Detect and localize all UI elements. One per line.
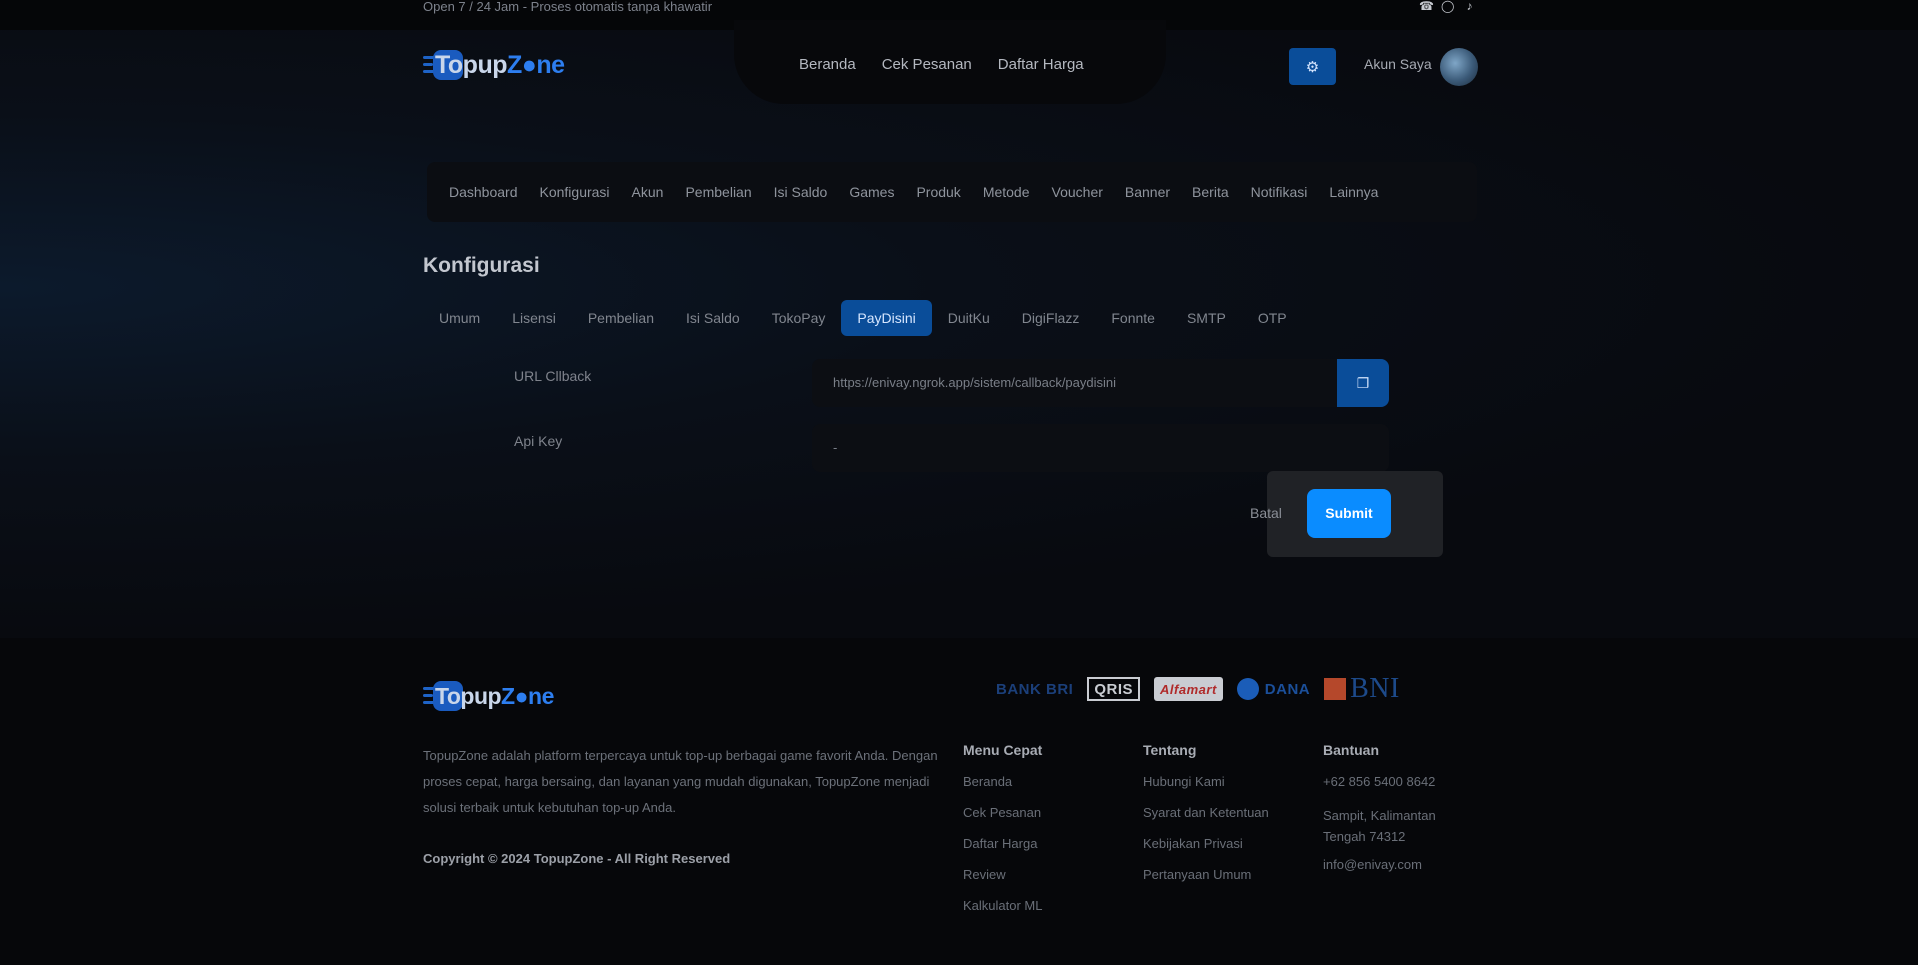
footer-link-faq[interactable]: Pertanyaan Umum <box>1143 867 1269 898</box>
qris-logo: QRIS <box>1087 677 1141 701</box>
footer-col-tentang: Tentang Hubungi Kami Syarat dan Ketentua… <box>1143 742 1269 898</box>
tab-isi-saldo[interactable]: Isi Saldo <box>670 300 756 336</box>
footer <box>0 638 1918 965</box>
avatar[interactable] <box>1440 48 1478 86</box>
footer-heading: Tentang <box>1143 742 1197 758</box>
bank-bri-logo: BANK BRI <box>996 680 1074 698</box>
tab-duitku[interactable]: DuitKu <box>932 300 1006 336</box>
logo-wordmark: TopupZ●ne <box>435 682 554 709</box>
tab-tokopay[interactable]: TokoPay <box>756 300 842 336</box>
footer-description: TopupZone adalah platform terpercaya unt… <box>423 748 938 815</box>
dana-icon <box>1236 678 1259 700</box>
cancel-button[interactable]: Batal <box>1250 505 1282 521</box>
main-nav: Beranda Cek Pesanan Daftar Harga <box>799 56 1110 73</box>
admin-menu-produk[interactable]: Produk <box>916 184 960 200</box>
tab-paydisini[interactable]: PayDisini <box>841 300 932 336</box>
tab-smtp[interactable]: SMTP <box>1171 300 1242 336</box>
footer-link-beranda[interactable]: Beranda <box>963 774 1042 805</box>
logo-wordmark: TopupZ●ne <box>435 50 565 79</box>
tab-lisensi[interactable]: Lisensi <box>496 300 572 336</box>
header-logo[interactable]: TopupZ●ne <box>423 48 565 82</box>
footer-address: Sampit, Kalimantan Tengah 74312 <box>1323 808 1436 844</box>
admin-menu-bar: Dashboard Konfigurasi Akun Pembelian Isi… <box>427 162 1477 222</box>
nav-cek-pesanan[interactable]: Cek Pesanan <box>882 56 972 73</box>
tab-digiflazz[interactable]: DigiFlazz <box>1006 300 1096 336</box>
footer-email[interactable]: info@enivay.com <box>1323 857 1453 888</box>
payment-logos: BANK BRI QRIS Alfamart DANA BNI <box>996 673 1400 704</box>
copy-callback-button[interactable]: ❐ <box>1337 359 1389 407</box>
copy-icon: ❐ <box>1356 374 1370 391</box>
footer-link-review[interactable]: Review <box>963 867 1042 898</box>
admin-menu-akun[interactable]: Akun <box>632 184 664 200</box>
footer-logo[interactable]: TopupZ●ne <box>423 679 554 713</box>
gear-icon: ⚙ <box>1305 58 1320 76</box>
submit-button[interactable]: Submit <box>1307 489 1391 538</box>
footer-link-daftar-harga[interactable]: Daftar Harga <box>963 836 1042 867</box>
admin-menu-notifikasi[interactable]: Notifikasi <box>1251 184 1308 200</box>
admin-menu-voucher[interactable]: Voucher <box>1052 184 1103 200</box>
admin-menu-games[interactable]: Games <box>849 184 894 200</box>
admin-menu-konfigurasi[interactable]: Konfigurasi <box>540 184 610 200</box>
footer-link-kebijakan[interactable]: Kebijakan Privasi <box>1143 836 1269 867</box>
dana-logo: DANA <box>1236 676 1310 702</box>
footer-heading: Bantuan <box>1323 742 1379 758</box>
admin-menu-banner[interactable]: Banner <box>1125 184 1170 200</box>
footer-link-cek-pesanan[interactable]: Cek Pesanan <box>963 805 1042 836</box>
whatsapp-icon[interactable]: ☎ <box>1419 0 1434 13</box>
page-title: Konfigurasi <box>423 254 540 277</box>
account-label[interactable]: Akun Saya <box>1364 56 1432 72</box>
footer-col-menu-cepat: Menu Cepat Beranda Cek Pesanan Daftar Ha… <box>963 742 1042 929</box>
admin-menu-pembelian[interactable]: Pembelian <box>685 184 751 200</box>
bni-logo: BNI <box>1324 673 1400 704</box>
topbar-message: Open 7 / 24 Jam - Proses otomatis tanpa … <box>423 0 713 14</box>
footer-heading: Menu Cepat <box>963 742 1043 758</box>
admin-menu-lainnya[interactable]: Lainnya <box>1329 184 1378 200</box>
alfamart-logo: Alfamart <box>1154 677 1223 701</box>
bni-icon <box>1324 678 1347 700</box>
tab-umum[interactable]: Umum <box>423 300 496 336</box>
api-key-field[interactable]: - <box>812 424 1389 472</box>
api-key-label: Api Key <box>514 433 563 449</box>
nav-daftar-harga[interactable]: Daftar Harga <box>998 56 1084 73</box>
admin-menu-berita[interactable]: Berita <box>1192 184 1229 200</box>
callback-url-label: URL Cllback <box>514 368 592 384</box>
footer-link-hubungi-kami[interactable]: Hubungi Kami <box>1143 774 1269 805</box>
footer-phone[interactable]: +62 856 5400 8642 <box>1323 774 1453 805</box>
social-links: ☎ ◯ ♪ <box>1419 0 1476 13</box>
admin-menu-metode[interactable]: Metode <box>983 184 1030 200</box>
footer-col-bantuan: Bantuan +62 856 5400 8642 Sampit, Kalima… <box>1323 742 1453 888</box>
tab-otp[interactable]: OTP <box>1242 300 1303 336</box>
callback-url-field[interactable]: https://enivay.ngrok.app/sistem/callback… <box>812 359 1337 407</box>
tiktok-icon[interactable]: ♪ <box>1463 0 1476 13</box>
settings-button[interactable]: ⚙ <box>1289 48 1336 85</box>
instagram-icon[interactable]: ◯ <box>1441 0 1454 13</box>
admin-menu-isi-saldo[interactable]: Isi Saldo <box>774 184 828 200</box>
config-tabs: Umum Lisensi Pembelian Isi Saldo TokoPay… <box>423 300 1303 336</box>
footer-link-syarat[interactable]: Syarat dan Ketentuan <box>1143 805 1269 836</box>
tab-fonnte[interactable]: Fonnte <box>1095 300 1171 336</box>
footer-link-kalkulator-ml[interactable]: Kalkulator ML <box>963 898 1042 929</box>
tab-pembelian[interactable]: Pembelian <box>572 300 670 336</box>
nav-beranda[interactable]: Beranda <box>799 56 856 73</box>
admin-menu-dashboard[interactable]: Dashboard <box>449 184 518 200</box>
copyright: Copyright © 2024 TopupZone - All Right R… <box>423 851 731 866</box>
